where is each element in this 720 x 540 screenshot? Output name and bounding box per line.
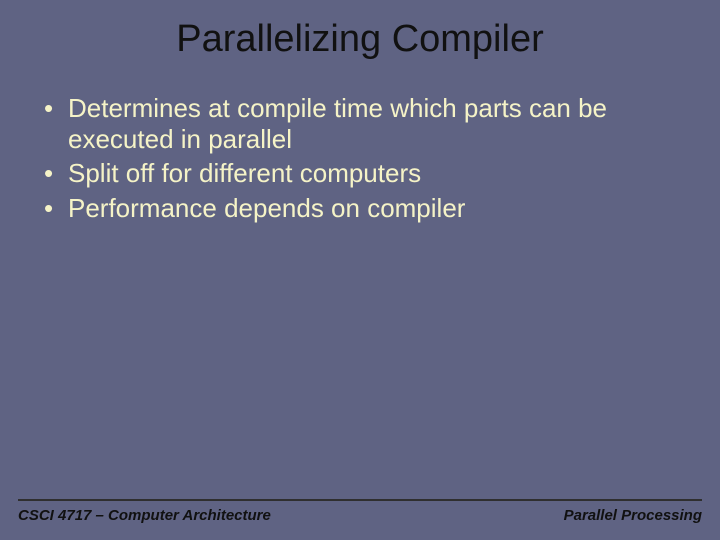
footer: CSCI 4717 – Computer Architecture Parall… [18,499,702,524]
bullet-item: Determines at compile time which parts c… [44,93,692,154]
footer-left: CSCI 4717 – Computer Architecture [18,507,271,524]
slide: Parallelizing Compiler Determines at com… [0,0,720,540]
bullet-item: Split off for different computers [44,158,692,189]
footer-right: Parallel Processing [564,507,702,524]
bullet-item: Performance depends on compiler [44,193,692,224]
bullet-list: Determines at compile time which parts c… [28,93,692,224]
footer-row: CSCI 4717 – Computer Architecture Parall… [18,507,702,524]
footer-divider [18,499,702,501]
slide-title: Parallelizing Compiler [28,18,692,61]
